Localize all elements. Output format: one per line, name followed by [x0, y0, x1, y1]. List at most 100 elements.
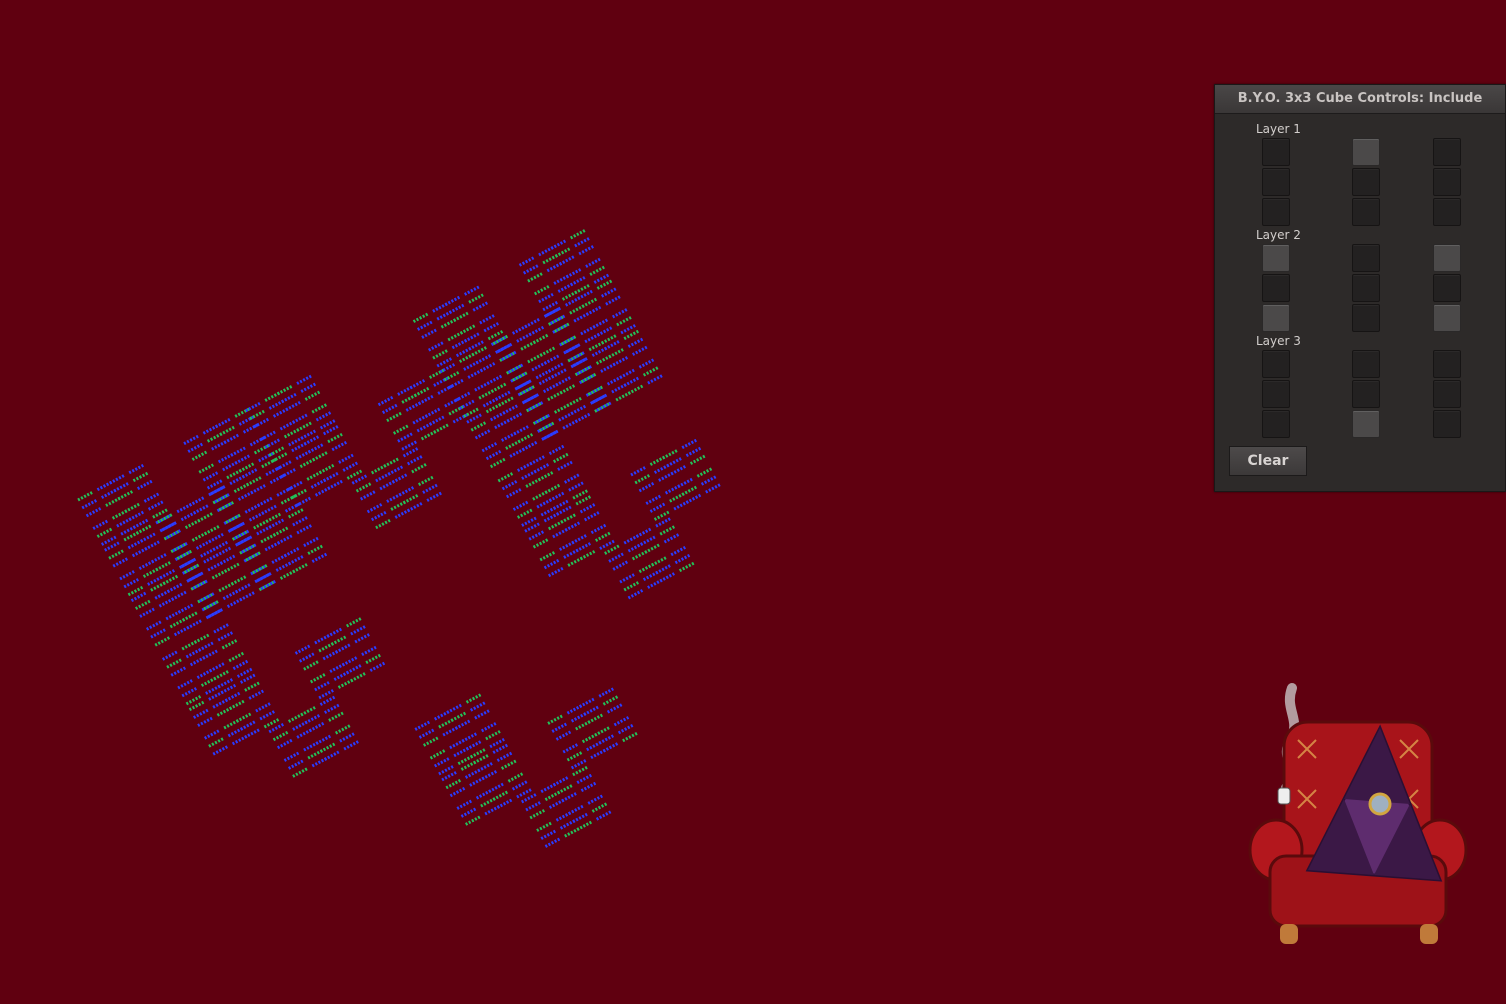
- fractal-mark: [604, 544, 620, 555]
- cube-cell-toggle[interactable]: [1262, 350, 1290, 378]
- fractal-mark: [649, 502, 666, 513]
- fractal-mark: [213, 623, 229, 634]
- fractal-mark: [569, 276, 586, 287]
- fractal-mark: [328, 711, 344, 722]
- fractal-mark: [155, 561, 171, 572]
- fractal-mark: [202, 649, 218, 660]
- fractal-mark: [203, 525, 220, 536]
- fractal-mark: [159, 569, 176, 580]
- cube-cell-toggle[interactable]: [1352, 410, 1380, 438]
- fractal-mark: [203, 729, 220, 740]
- fractal-mark: [479, 362, 496, 373]
- fractal-mark: [481, 770, 498, 781]
- fractal-mark: [655, 517, 671, 528]
- fractal-mark: [586, 740, 602, 752]
- fractal-mark: [438, 765, 454, 776]
- fractal-mark: [323, 703, 340, 714]
- fractal-mark: [212, 698, 229, 709]
- fractal-mark: [564, 521, 581, 532]
- fractal-mark: [562, 419, 578, 430]
- fractal-mark: [659, 572, 676, 583]
- fractal-mark: [533, 463, 550, 474]
- cube-cell-toggle[interactable]: [1433, 410, 1461, 438]
- fractal-mark: [611, 308, 628, 319]
- fractal-mark: [215, 546, 232, 557]
- clear-button[interactable]: Clear: [1229, 446, 1307, 476]
- fractal-mark: [198, 463, 215, 474]
- fractal-mark: [486, 374, 503, 385]
- cube-cell-toggle[interactable]: [1262, 380, 1290, 408]
- layer-3: Layer 3: [1215, 326, 1505, 438]
- cube-cell-toggle[interactable]: [1352, 274, 1380, 302]
- cube-cell-toggle[interactable]: [1352, 138, 1380, 166]
- fractal-mark: [496, 798, 513, 809]
- fractal-mark: [547, 390, 563, 402]
- cube-cell-toggle[interactable]: [1433, 274, 1461, 302]
- fractal-mark: [216, 706, 233, 717]
- fractal-mark: [653, 510, 670, 521]
- fractal-mark: [590, 748, 606, 760]
- fractal-mark: [615, 391, 631, 402]
- fractal-mark: [192, 708, 209, 719]
- layer-label: Layer 2: [1256, 228, 1301, 242]
- cube-cell-toggle[interactable]: [1433, 380, 1461, 408]
- fractal-mark: [569, 229, 586, 240]
- fractal-mark: [241, 468, 258, 479]
- fractal-mark: [283, 547, 300, 558]
- fractal-mark: [303, 741, 319, 752]
- fractal-mark: [465, 693, 482, 704]
- cube-cell-toggle[interactable]: [1433, 138, 1461, 166]
- fractal-mark: [287, 759, 304, 770]
- cube-cell-toggle[interactable]: [1352, 380, 1380, 408]
- fractal-mark: [339, 732, 355, 743]
- fractal-mark: [248, 689, 265, 700]
- fractal-mark: [557, 282, 574, 293]
- cube-cell-toggle[interactable]: [1262, 168, 1290, 196]
- cube-cell-toggle[interactable]: [1433, 168, 1461, 196]
- fractal-mark: [177, 603, 194, 614]
- fractal-mark: [183, 434, 199, 446]
- fractal-mark: [594, 531, 611, 542]
- fractal-mark: [543, 512, 560, 523]
- fractal-mark: [468, 340, 484, 351]
- cube-cell-toggle[interactable]: [1352, 244, 1380, 272]
- cube-cell-toggle[interactable]: [1433, 244, 1461, 272]
- fractal-mark: [528, 530, 545, 541]
- fractal-mark: [427, 341, 444, 352]
- fractal-mark: [226, 468, 242, 480]
- cube-cell-toggle[interactable]: [1262, 410, 1290, 438]
- cube-cell-toggle[interactable]: [1352, 350, 1380, 378]
- fractal-mark: [494, 418, 510, 430]
- fractal-mark: [239, 673, 256, 684]
- fractal-mark: [532, 333, 549, 345]
- fractal-mark: [567, 804, 584, 816]
- cube-cell-toggle[interactable]: [1433, 350, 1461, 378]
- fractal-mark: [123, 578, 140, 589]
- fractal-mark: [406, 502, 423, 513]
- fractal-mark: [165, 610, 182, 621]
- fractal-mark: [304, 390, 321, 401]
- fractal-mark: [517, 433, 534, 444]
- fractal-mark: [345, 664, 362, 675]
- cube-cell-toggle[interactable]: [1262, 274, 1290, 302]
- fractal-mark: [574, 237, 590, 248]
- fractal-mark: [307, 443, 324, 454]
- cube-cell-toggle[interactable]: [1262, 138, 1290, 166]
- fractal-mark: [259, 710, 276, 721]
- fractal-mark: [144, 540, 160, 551]
- fractal-mark: [308, 721, 325, 733]
- fractal-mark: [619, 368, 635, 379]
- fractal-mark: [351, 474, 368, 485]
- fractal-mark: [214, 417, 231, 429]
- fractal-mark: [485, 403, 502, 414]
- fractal-mark: [391, 473, 408, 484]
- fractal-mark: [480, 722, 497, 733]
- fractal-mark: [208, 662, 225, 673]
- fractal-mark: [500, 759, 517, 770]
- cube-cell-toggle[interactable]: [1352, 168, 1380, 196]
- fractal-mark: [222, 461, 238, 472]
- cube-cell-toggle[interactable]: [1262, 244, 1290, 272]
- fractal-mark: [185, 648, 202, 659]
- fractal-mark: [552, 776, 569, 787]
- fractal-mark: [492, 743, 509, 754]
